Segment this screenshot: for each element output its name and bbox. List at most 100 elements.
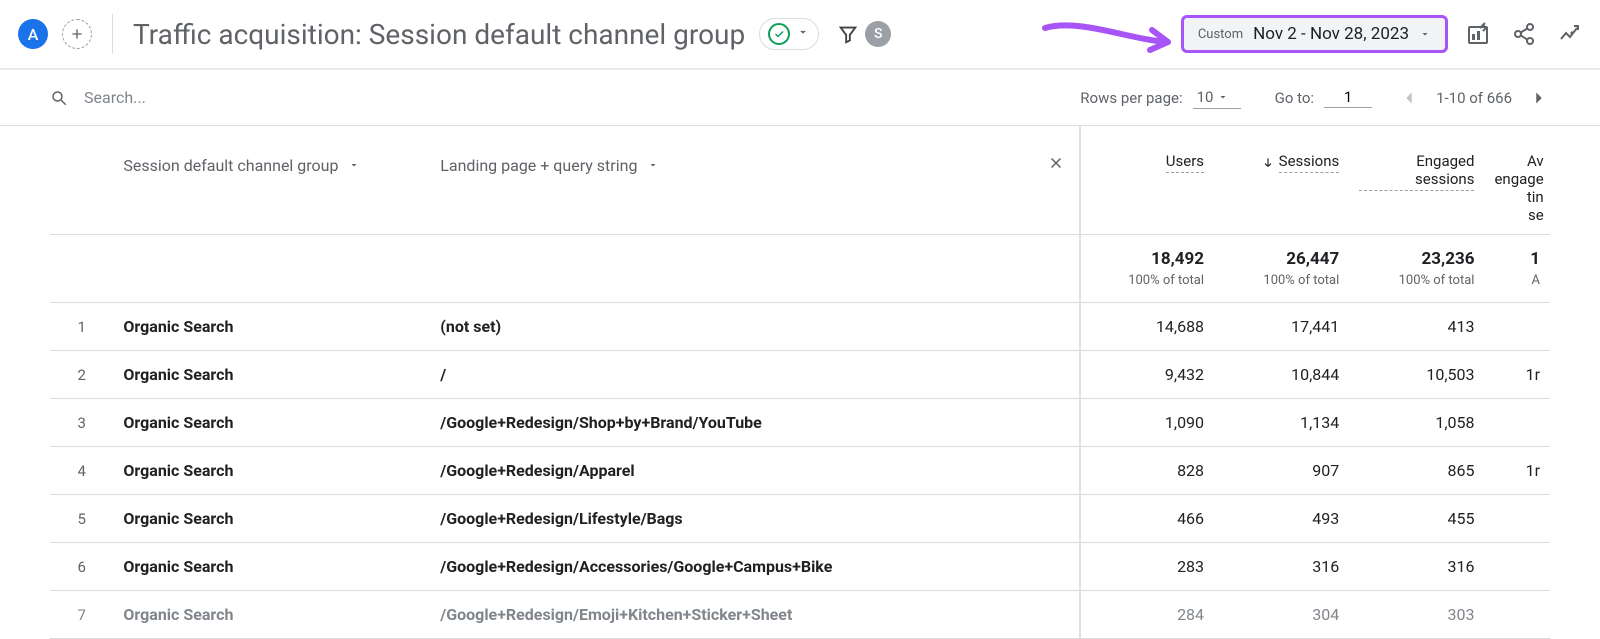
chevron-down-icon	[796, 25, 810, 43]
total-engaged: 23,236100% of total	[1349, 235, 1484, 303]
cell-sessions: 10,844	[1214, 351, 1349, 399]
row-index: 1	[50, 303, 113, 351]
cell-primary-dimension: Organic Search	[113, 495, 430, 543]
goto-label: Go to:	[1275, 89, 1314, 107]
goto-input[interactable]	[1324, 87, 1372, 108]
column-label: Sessions	[1279, 152, 1340, 173]
page-header: A Traffic acquisition: Session default c…	[0, 0, 1600, 70]
column-label-line: tin	[1527, 188, 1544, 206]
rows-per-page-value: 10	[1197, 88, 1214, 106]
table-toolbar: Rows per page: 10 Go to: 1-10 of 666	[0, 70, 1600, 126]
cell-secondary-dimension: /Google+Redesign/Emoji+Kitchen+Sticker+S…	[430, 591, 1079, 639]
cell-primary-dimension: Organic Search	[113, 543, 430, 591]
cell-avg-trunc	[1484, 495, 1550, 543]
table-row[interactable]: 5Organic Search/Google+Redesign/Lifestyl…	[50, 495, 1550, 543]
cell-engaged: 316	[1349, 543, 1484, 591]
goto-page: Go to:	[1275, 87, 1372, 108]
filter-badge: S	[865, 21, 891, 47]
annotation-arrow	[1040, 20, 1180, 68]
prev-page-button[interactable]	[1398, 87, 1420, 109]
row-index: 4	[50, 447, 113, 495]
table-row[interactable]: 1Organic Search(not set)14,68817,441413	[50, 303, 1550, 351]
cell-avg-trunc: 1r	[1484, 447, 1550, 495]
table-row[interactable]: 3Organic Search/Google+Redesign/Shop+by+…	[50, 399, 1550, 447]
cell-primary-dimension: Organic Search	[113, 591, 430, 639]
cell-sessions: 304	[1214, 591, 1349, 639]
cell-users: 9,432	[1079, 351, 1214, 399]
filter-group[interactable]: S	[837, 21, 891, 47]
add-comparison-button[interactable]	[62, 19, 92, 49]
date-range-picker[interactable]: Custom Nov 2 - Nov 28, 2023	[1181, 15, 1448, 53]
header-actions	[1466, 22, 1582, 46]
next-page-button[interactable]	[1528, 87, 1550, 109]
cell-sessions: 316	[1214, 543, 1349, 591]
caret-down-icon	[647, 156, 659, 175]
cell-users: 284	[1079, 591, 1214, 639]
column-label-line: engage	[1494, 170, 1543, 188]
cell-engaged: 865	[1349, 447, 1484, 495]
table-row[interactable]: 4Organic Search/Google+Redesign/Apparel8…	[50, 447, 1550, 495]
filter-icon	[837, 23, 859, 45]
row-index: 5	[50, 495, 113, 543]
page-title: Traffic acquisition: Session default cha…	[133, 18, 745, 51]
date-range-value: Nov 2 - Nov 28, 2023	[1253, 24, 1409, 44]
primary-dimension-label: Session default channel group	[123, 156, 338, 175]
primary-dimension-dropdown[interactable]: Session default channel group	[123, 152, 360, 179]
rows-per-page-label: Rows per page:	[1080, 89, 1182, 107]
cell-sessions: 17,441	[1214, 303, 1349, 351]
column-users[interactable]: Users	[1079, 126, 1214, 235]
rows-per-page-select[interactable]: 10	[1193, 86, 1241, 109]
share-button[interactable]	[1512, 22, 1536, 46]
divider	[112, 14, 113, 54]
data-table: Session default channel group Landing pa…	[50, 126, 1550, 639]
account-avatar[interactable]: A	[18, 19, 48, 49]
cell-engaged: 413	[1349, 303, 1484, 351]
column-sessions[interactable]: Sessions	[1214, 126, 1349, 235]
search-field[interactable]	[50, 87, 1080, 108]
cell-avg-trunc	[1484, 399, 1550, 447]
cell-secondary-dimension: /Google+Redesign/Shop+by+Brand/YouTube	[430, 399, 1079, 447]
cell-engaged: 1,058	[1349, 399, 1484, 447]
search-input[interactable]	[82, 87, 482, 108]
column-secondary-dimension: Landing page + query string	[430, 126, 1079, 235]
remove-dimension-button[interactable]	[1047, 154, 1065, 176]
row-index: 2	[50, 351, 113, 399]
column-primary-dimension: Session default channel group	[113, 126, 430, 235]
cell-users: 283	[1079, 543, 1214, 591]
cell-sessions: 907	[1214, 447, 1349, 495]
cell-secondary-dimension: /Google+Redesign/Accessories/Google+Camp…	[430, 543, 1079, 591]
column-engaged-sessions[interactable]: Engaged sessions	[1349, 126, 1484, 235]
table-header-row: Session default channel group Landing pa…	[50, 126, 1550, 235]
cell-primary-dimension: Organic Search	[113, 399, 430, 447]
table-row[interactable]: 2Organic Search/9,43210,84410,5031r	[50, 351, 1550, 399]
secondary-dimension-dropdown[interactable]: Landing page + query string	[440, 152, 659, 179]
total-avg-trunc: 1A	[1484, 235, 1550, 303]
cell-secondary-dimension: /	[430, 351, 1079, 399]
column-avg-engagement-time[interactable]: Av engage tin se	[1484, 126, 1550, 235]
cell-sessions: 1,134	[1214, 399, 1349, 447]
rows-per-page: Rows per page: 10	[1080, 86, 1240, 109]
date-range-label: Custom	[1198, 27, 1243, 42]
cell-avg-trunc	[1484, 591, 1550, 639]
close-icon	[1047, 154, 1065, 172]
column-label: Engaged sessions	[1359, 152, 1474, 191]
cell-engaged: 303	[1349, 591, 1484, 639]
customize-report-button[interactable]	[1466, 22, 1490, 46]
insights-button[interactable]	[1558, 22, 1582, 46]
totals-row: 18,492100% of total 26,447100% of total …	[50, 235, 1550, 303]
table-row[interactable]: 7Organic Search/Google+Redesign/Emoji+Ki…	[50, 591, 1550, 639]
search-icon	[50, 89, 68, 107]
caret-down-icon	[1217, 91, 1229, 103]
cell-primary-dimension: Organic Search	[113, 447, 430, 495]
cell-users: 828	[1079, 447, 1214, 495]
cell-engaged: 10,503	[1349, 351, 1484, 399]
row-index: 6	[50, 543, 113, 591]
status-chip[interactable]	[759, 18, 819, 50]
column-label-line: Av	[1527, 152, 1544, 170]
chevron-left-icon	[1398, 87, 1420, 109]
table-row[interactable]: 6Organic Search/Google+Redesign/Accessor…	[50, 543, 1550, 591]
page-range-text: 1-10 of 666	[1436, 89, 1512, 107]
arrow-down-icon	[1261, 156, 1275, 170]
check-circle-icon	[768, 23, 790, 45]
chevron-right-icon	[1528, 87, 1550, 109]
